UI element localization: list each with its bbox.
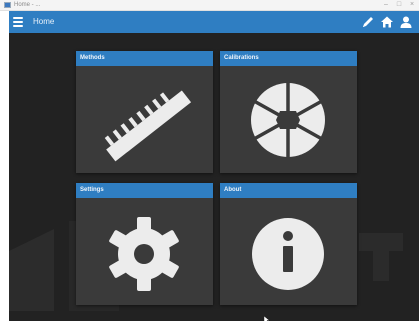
background-logo bbox=[9, 221, 403, 311]
tile-label: Calibrations bbox=[224, 55, 259, 61]
gear-icon bbox=[109, 217, 179, 291]
toolbar: Home bbox=[9, 11, 419, 33]
tile-header: About bbox=[220, 183, 357, 198]
app-window: Home - ... – □ × Home Methods Calibratio… bbox=[0, 0, 419, 321]
window-title: Home - ... bbox=[14, 2, 41, 8]
user-icon[interactable] bbox=[399, 15, 413, 29]
methods-tile[interactable]: Methods bbox=[76, 51, 213, 173]
home-icon[interactable] bbox=[380, 15, 394, 29]
tile-label: Methods bbox=[80, 55, 105, 61]
settings-tile[interactable]: Settings bbox=[76, 183, 213, 305]
page-title: Home bbox=[33, 17, 55, 26]
tile-label: About bbox=[224, 187, 242, 193]
mouse-cursor-icon bbox=[264, 316, 270, 321]
tile-header: Calibrations bbox=[220, 51, 357, 66]
minimize-button[interactable]: – bbox=[380, 0, 392, 10]
close-button[interactable]: × bbox=[406, 0, 418, 10]
maximize-button[interactable]: □ bbox=[393, 0, 405, 10]
window-titlebar[interactable]: Home - ... – □ × bbox=[0, 0, 419, 11]
edit-icon[interactable] bbox=[361, 15, 375, 29]
ruler-icon bbox=[104, 90, 192, 162]
about-tile[interactable]: About bbox=[220, 183, 357, 305]
aperture-icon bbox=[251, 79, 325, 161]
tile-header: Settings bbox=[76, 183, 213, 198]
calibrations-tile[interactable]: Calibrations bbox=[220, 51, 357, 173]
app-content: Home Methods Calibrations Settings About bbox=[9, 11, 419, 321]
hamburger-menu-button[interactable] bbox=[13, 17, 23, 27]
app-icon bbox=[4, 2, 11, 8]
tile-header: Methods bbox=[76, 51, 213, 66]
info-icon bbox=[252, 218, 324, 290]
tile-label: Settings bbox=[80, 187, 104, 193]
